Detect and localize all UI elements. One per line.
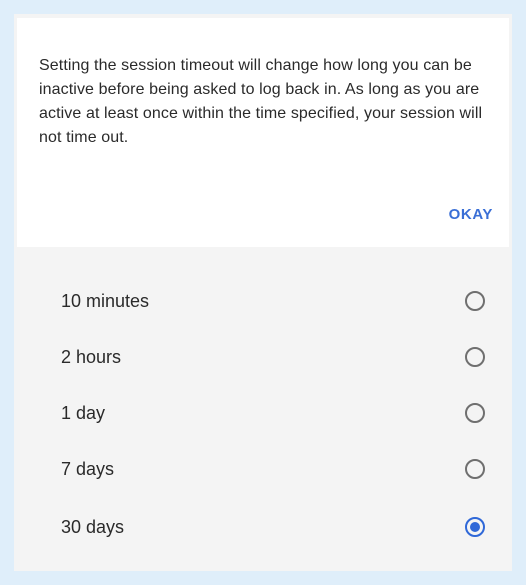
session-timeout-message: Setting the session timeout will change … xyxy=(39,57,483,146)
timeout-option-1-day[interactable]: 1 day xyxy=(17,385,509,441)
radio-button-icon[interactable] xyxy=(465,459,485,479)
okay-button[interactable]: OKAY xyxy=(437,198,493,231)
timeout-option-7-days[interactable]: 7 days xyxy=(17,441,509,497)
radio-button-icon[interactable] xyxy=(465,403,485,423)
timeout-option-label: 10 minutes xyxy=(61,291,150,311)
timeout-option-label: 2 hours xyxy=(61,347,122,367)
timeout-option-10-minutes[interactable]: 10 minutes xyxy=(17,273,509,329)
timeout-option-label: 1 day xyxy=(61,403,106,423)
radio-button-selected-icon[interactable] xyxy=(465,517,485,537)
timeout-option-label: 30 days xyxy=(61,517,125,537)
session-timeout-info-card: Setting the session timeout will change … xyxy=(17,18,509,247)
timeout-option-30-days[interactable]: 30 days xyxy=(17,499,509,555)
radio-button-icon[interactable] xyxy=(465,291,485,311)
radio-button-icon[interactable] xyxy=(465,347,485,367)
timeout-option-label: 7 days xyxy=(61,459,115,479)
timeout-option-2-hours[interactable]: 2 hours xyxy=(17,329,509,385)
timeout-options-list: 10 minutes 2 hours 1 day 7 days 30 days xyxy=(17,247,509,571)
